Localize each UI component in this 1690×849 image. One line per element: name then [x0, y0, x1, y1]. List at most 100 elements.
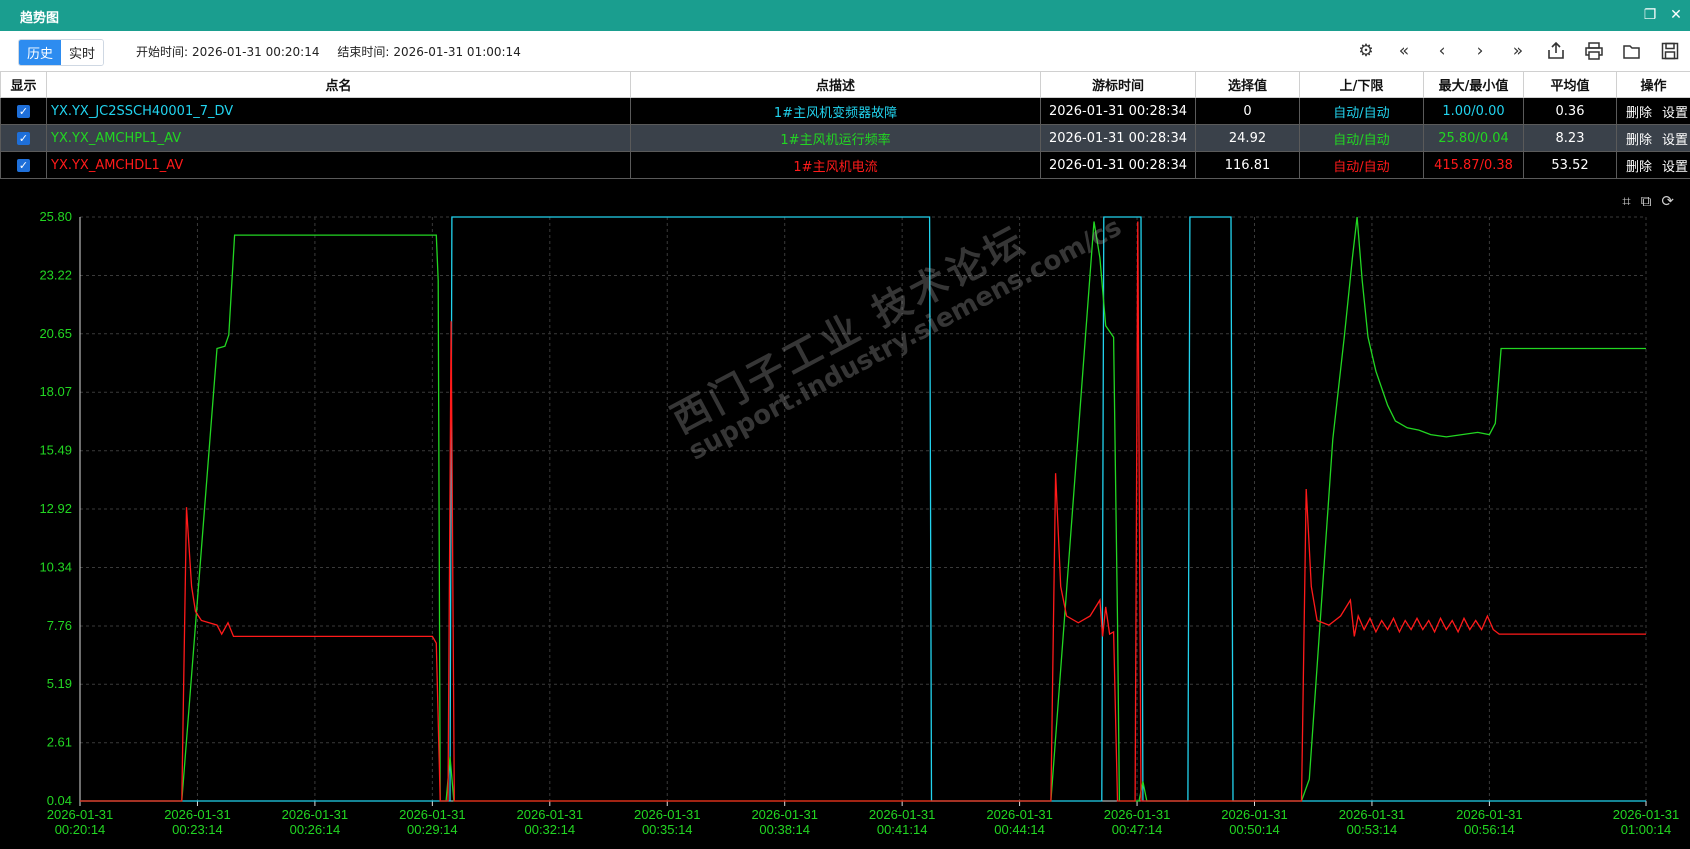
settings-button[interactable]: 设置	[1662, 133, 1688, 148]
header-value: 选择值	[1195, 71, 1300, 98]
max-min: 1.00/0.00	[1423, 97, 1524, 125]
trend-chart[interactable]: 25.80 23.22 20.65 18.07 15.49 12.92 10.34 7.76 5…	[0, 184, 1690, 849]
table-row[interactable]: ✓ YX.YX_AMCHDL1_AV 1#主风机电流 2026-01-31 00…	[0, 151, 1690, 179]
header-ops: 操作	[1616, 71, 1690, 98]
point-name: YX.YX_AMCHDL1_AV	[46, 151, 631, 179]
x-tick-label: 00:26:14	[290, 822, 341, 837]
y-tick-label: 0.04	[47, 793, 72, 808]
delete-button[interactable]: 删除	[1626, 133, 1652, 148]
cursor-time: 2026-01-31 00:28:34	[1040, 151, 1196, 179]
y-tick-label: 5.19	[47, 676, 72, 691]
settings-button[interactable]: 设置	[1662, 106, 1688, 121]
x-tick-label: 00:41:14	[877, 822, 928, 837]
x-tick-label: 00:50:14	[1229, 822, 1280, 837]
toolbar-icons: ⚙ « ‹ › »	[1354, 39, 1682, 63]
end-time-value[interactable]: 2026-01-31 01:00:14	[393, 45, 520, 59]
x-tick-label: 2026-01-31	[1339, 807, 1406, 822]
settings-button[interactable]: 设置	[1662, 160, 1688, 175]
show-checkbox[interactable]: ✓	[0, 124, 47, 152]
x-tick-label: 2026-01-31	[869, 807, 936, 822]
average: 0.36	[1523, 97, 1617, 125]
x-tick-label: 2026-01-31	[517, 807, 584, 822]
x-tick-label: 00:44:14	[994, 822, 1045, 837]
average: 53.52	[1523, 151, 1617, 179]
chevron-right-icon[interactable]: ›	[1468, 39, 1492, 63]
x-tick-label: 00:53:14	[1347, 822, 1398, 837]
y-tick-label: 18.07	[39, 384, 72, 399]
y-tick-label: 15.49	[39, 443, 72, 458]
show-checkbox[interactable]: ✓	[0, 97, 47, 125]
chevron-left-icon[interactable]: ‹	[1430, 39, 1454, 63]
history-mode-button[interactable]: 历史	[19, 40, 62, 65]
point-desc: 1#主风机运行频率	[630, 124, 1041, 152]
header-desc: 点描述	[630, 71, 1041, 98]
start-time-value[interactable]: 2026-01-31 00:20:14	[192, 45, 319, 59]
x-tick-label: 00:29:14	[407, 822, 458, 837]
y-tick-label: 10.34	[39, 559, 72, 574]
x-tick-label: 2026-01-31	[1221, 807, 1288, 822]
realtime-mode-button[interactable]: 实时	[61, 40, 104, 65]
save-icon[interactable]	[1658, 39, 1682, 63]
y-tick-label: 20.65	[39, 326, 72, 341]
row-actions: 删除 设置	[1616, 151, 1690, 179]
trend-chart-area[interactable]: ⌗ ⧉ ⟳ 25.80 23.22 20.65 18.07 15.49 12.92 10.3…	[0, 184, 1690, 849]
x-tick-label: 2026-01-31	[47, 807, 114, 822]
limits[interactable]: 自动/自动	[1299, 151, 1424, 179]
max-min: 415.87/0.38	[1423, 151, 1524, 179]
start-time-label: 开始时间:	[136, 45, 189, 59]
window-title: 趋势图	[20, 11, 60, 26]
gear-icon[interactable]: ⚙	[1354, 39, 1378, 63]
header-name: 点名	[46, 71, 631, 98]
y-tick-label: 2.61	[47, 735, 72, 750]
cursor-time: 2026-01-31 00:28:34	[1040, 124, 1196, 152]
x-tick-label: 00:20:14	[55, 822, 106, 837]
header-avg: 平均值	[1523, 71, 1617, 98]
selected-value: 0	[1195, 97, 1300, 125]
limits[interactable]: 自动/自动	[1299, 124, 1424, 152]
folder-open-icon[interactable]	[1620, 39, 1644, 63]
point-name: YX.YX_AMCHPL1_AV	[46, 124, 631, 152]
row-actions: 删除 设置	[1616, 97, 1690, 125]
y-tick-label: 12.92	[39, 501, 72, 516]
table-row[interactable]: ✓ YX.YX_JC2SSCH40001_7_DV 1#主风机变频器故障 202…	[0, 97, 1690, 125]
export-icon[interactable]	[1544, 39, 1568, 63]
points-table: 显示 点名 点描述 游标时间 选择值 上/下限 最大/最小值 平均值 操作 ✓ …	[0, 71, 1690, 179]
x-tick-label: 2026-01-31	[399, 807, 466, 822]
x-tick-label: 2026-01-31	[751, 807, 818, 822]
cursor-time: 2026-01-31 00:28:34	[1040, 97, 1196, 125]
restore-icon[interactable]: ❐	[1642, 7, 1658, 23]
double-chevron-right-icon[interactable]: »	[1506, 39, 1530, 63]
x-tick-label: 00:38:14	[759, 822, 810, 837]
delete-button[interactable]: 删除	[1626, 160, 1652, 175]
check-icon: ✓	[17, 131, 30, 145]
x-tick-label: 01:00:14	[1621, 822, 1672, 837]
header-show: 显示	[0, 71, 47, 98]
x-tick-label: 00:47:14	[1112, 822, 1163, 837]
check-icon: ✓	[17, 158, 30, 172]
double-chevron-left-icon[interactable]: «	[1392, 39, 1416, 63]
x-tick-label: 2026-01-31	[1104, 807, 1171, 822]
header-cursor-time: 游标时间	[1040, 71, 1196, 98]
limits[interactable]: 自动/自动	[1299, 97, 1424, 125]
check-icon: ✓	[17, 104, 30, 118]
x-tick-label: 00:32:14	[524, 822, 575, 837]
selected-value: 24.92	[1195, 124, 1300, 152]
table-header: 显示 点名 点描述 游标时间 选择值 上/下限 最大/最小值 平均值 操作	[0, 71, 1690, 98]
header-limits: 上/下限	[1299, 71, 1424, 98]
window-titlebar: 趋势图 ❐ ✕	[0, 0, 1690, 31]
x-tick-label: 2026-01-31	[1613, 807, 1680, 822]
header-maxmin: 最大/最小值	[1423, 71, 1524, 98]
print-icon[interactable]	[1582, 39, 1606, 63]
table-row[interactable]: ✓ YX.YX_AMCHPL1_AV 1#主风机运行频率 2026-01-31 …	[0, 124, 1690, 152]
x-tick-label: 00:23:14	[172, 822, 223, 837]
show-checkbox[interactable]: ✓	[0, 151, 47, 179]
point-desc: 1#主风机变频器故障	[630, 97, 1041, 125]
close-icon[interactable]: ✕	[1668, 7, 1684, 23]
toolbar: 历史 实时 开始时间: 2026-01-31 00:20:14 结束时间: 2026…	[0, 31, 1690, 71]
average: 8.23	[1523, 124, 1617, 152]
mode-switch: 历史 实时	[18, 39, 105, 66]
delete-button[interactable]: 删除	[1626, 106, 1652, 121]
x-tick-label: 2026-01-31	[282, 807, 349, 822]
x-tick-label: 2026-01-31	[1456, 807, 1523, 822]
row-actions: 删除 设置	[1616, 124, 1690, 152]
